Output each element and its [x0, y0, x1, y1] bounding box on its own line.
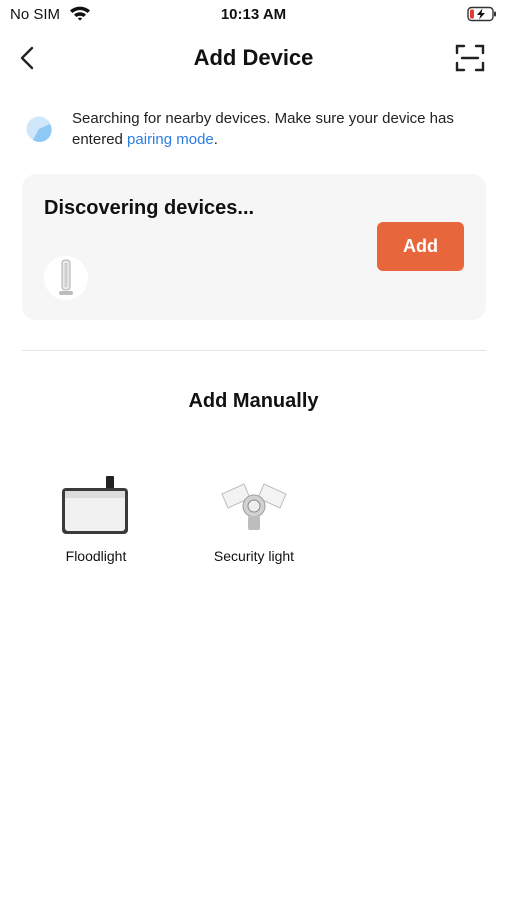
status-bar: No SIM 10:13 AM: [0, 0, 507, 32]
tower-fan-device-icon[interactable]: [44, 256, 88, 300]
notice-text: Searching for nearby devices. Make sure …: [72, 108, 482, 150]
battery-charging-icon: [467, 6, 496, 22]
security-light-label: Security light: [213, 548, 295, 564]
section-divider: [22, 350, 486, 351]
scan-icon: [455, 44, 485, 72]
add-manually-title: Add Manually: [188, 390, 319, 412]
notice-text-end: .: [213, 131, 218, 148]
search-notice: Searching for nearby devices. Make sure …: [24, 108, 484, 152]
discovering-card: Discovering devices... Add: [22, 174, 486, 320]
discovering-title: Discovering devices...: [44, 197, 255, 219]
floodlight-option[interactable]: Floodlight: [36, 472, 156, 572]
status-time: 10:13 AM: [220, 6, 287, 23]
searching-spinner-icon: [26, 116, 52, 142]
floodlight-icon: [62, 476, 128, 534]
nav-bar: Add Device: [0, 36, 507, 80]
add-button[interactable]: Add: [377, 222, 464, 271]
scan-button[interactable]: [455, 44, 485, 72]
page-title: Add Device: [193, 45, 314, 70]
security-light-option[interactable]: Security light: [194, 472, 314, 572]
floodlight-label: Floodlight: [65, 548, 127, 564]
security-light-icon: [221, 483, 287, 530]
pairing-mode-link[interactable]: pairing mode: [127, 131, 214, 148]
